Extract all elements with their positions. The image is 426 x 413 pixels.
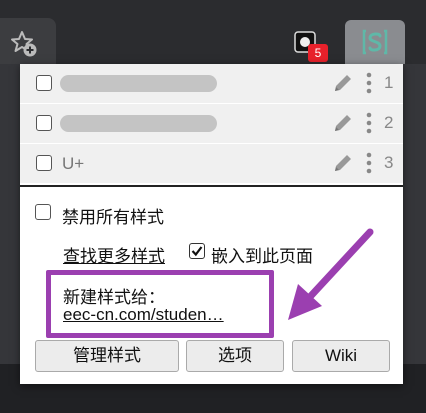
divider: [20, 185, 403, 187]
style-index: 3: [384, 153, 394, 172]
stylus-popup: 1 2 U+ 3 禁用所有样式 查找更多样式 嵌入到此页面 新建样式给： eec…: [20, 64, 403, 384]
annotation-arrow: [288, 228, 374, 320]
pencil-icon[interactable]: [332, 72, 354, 94]
style-toggle-checkbox[interactable]: [36, 115, 52, 131]
stylus-extension-button[interactable]: [345, 20, 405, 64]
style-index: 1: [384, 73, 394, 92]
kebab-menu-icon[interactable]: [366, 111, 372, 135]
embed-checkbox[interactable]: [189, 243, 205, 259]
style-toggle-checkbox[interactable]: [36, 75, 52, 91]
style-name-redacted: [60, 115, 217, 132]
style-row[interactable]: 1: [20, 64, 403, 104]
style-name: U+: [62, 154, 85, 173]
style-toggle-checkbox[interactable]: [36, 155, 52, 171]
style-row[interactable]: U+ 3: [20, 144, 403, 184]
find-more-styles-link[interactable]: 查找更多样式: [63, 242, 165, 267]
wiki-button[interactable]: Wiki: [292, 340, 390, 372]
style-index: 2: [384, 113, 394, 132]
manage-styles-button[interactable]: 管理样式: [35, 340, 179, 372]
extension-badge: 5: [308, 44, 328, 62]
star-add-icon[interactable]: [10, 30, 38, 58]
options-button[interactable]: 选项: [186, 340, 284, 372]
pencil-icon[interactable]: [332, 112, 354, 134]
kebab-menu-icon[interactable]: [366, 151, 372, 175]
annotation-highlight-box: [46, 270, 274, 338]
disable-all-label: 禁用所有样式: [62, 208, 164, 227]
checkmark-icon: [191, 246, 203, 257]
disable-all-checkbox[interactable]: [35, 204, 51, 220]
kebab-menu-icon[interactable]: [366, 71, 372, 95]
style-row[interactable]: 2: [20, 104, 403, 144]
style-name-redacted: [60, 75, 217, 92]
pencil-icon[interactable]: [332, 152, 354, 174]
stylus-icon: [362, 29, 388, 55]
